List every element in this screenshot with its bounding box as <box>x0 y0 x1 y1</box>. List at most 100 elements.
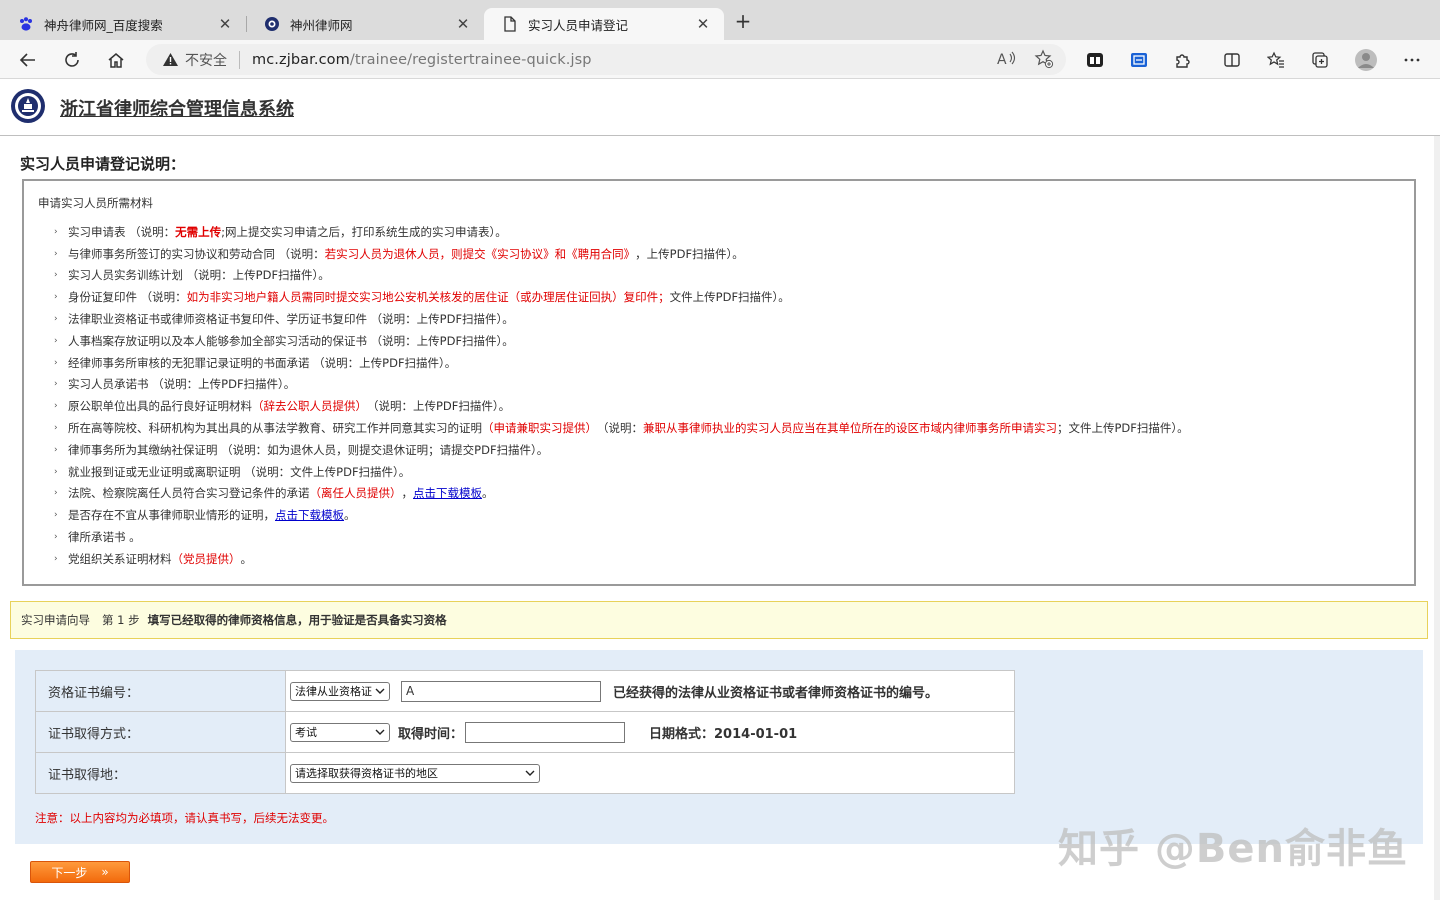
extension-app-icon <box>1087 53 1103 67</box>
list-item: › 所在高等院校、科研机构为其出具的从事法学教育、研究工作并同意其实习的证明 （申请… <box>54 421 1189 436</box>
list-item: › 身份证复印件 （说明： 如为非实习地户籍人员需同时提交实习地公安机关核发的居住证… <box>54 290 790 305</box>
avatar-icon <box>1355 49 1377 71</box>
bullet-icon: › <box>54 553 58 564</box>
bullet-icon: › <box>54 510 58 521</box>
list-item: › 律师事务所为其缴纳社保证明 （说明：如为退休人员，则提交退休证明；请提交PDF… <box>54 442 549 457</box>
site-header: 浙江省律师综合管理信息系统 <box>0 80 1440 136</box>
security-indicator[interactable]: 不安全 <box>162 50 227 70</box>
method-label: 证书取得方式： <box>35 711 286 753</box>
materials-list: › 实习申请表 （说明： 无需上传 ;网上提交实习申请之后，打印系统生成的实习申请表）… <box>54 221 1189 570</box>
list-item: › 就业报到证或无业证明或离职证明 （说明：文件上传PDF扫描件）。 <box>54 464 411 479</box>
cert-number-label: 资格证书编号： <box>35 670 286 712</box>
form-row-cert-number: 资格证书编号： 法律从业资格证 A 已经获得的法律从业资格证书或者律师资格证书的… <box>35 670 1015 712</box>
guide-step: 第 1 步 <box>102 613 140 627</box>
list-item: › 原公职单位出具的品行良好证明材料 （辞去公职人员提供） （说明：上传PDF扫描件… <box>54 399 511 414</box>
close-icon[interactable]: ✕ <box>216 15 234 33</box>
lawyers-association-logo-icon <box>11 89 45 123</box>
bullet-icon: › <box>54 532 58 543</box>
more-dots-icon <box>1404 58 1420 62</box>
materials-heading: 申请实习人员所需材料 <box>38 196 153 210</box>
back-arrow-icon <box>19 53 35 67</box>
instructions-title: 实习人员申请登记说明： <box>20 155 186 173</box>
back-button[interactable] <box>14 46 42 74</box>
materials-panel: 申请实习人员所需材料 › 实习申请表 （说明： 无需上传 ;网上提交实习申请之后，打印… <box>22 179 1416 586</box>
refresh-button[interactable] <box>58 46 86 74</box>
date-format-hint: 日期格式：2014-01-01 <box>649 726 798 742</box>
bullet-icon: › <box>54 423 58 434</box>
favorites-button[interactable] <box>1262 46 1290 74</box>
bullet-icon: › <box>54 401 58 412</box>
time-label: 取得时间： <box>398 726 464 742</box>
tab-shenzhou-lawyer[interactable]: 神州律师网 ✕ <box>246 8 484 40</box>
refresh-icon <box>65 52 79 67</box>
list-item: › 人事档案存放证明以及本人能够参加全部实习活动的保证书 （说明：上传PDF扫描件… <box>54 333 514 348</box>
list-item: › 经律师事务所审核的无犯罪记录证明的书面承诺 （说明：上传PDF扫描件）。 <box>54 355 457 370</box>
close-icon[interactable]: ✕ <box>454 15 472 33</box>
bullet-icon: › <box>54 314 58 325</box>
watermark: 知乎 @Ben俞非鱼 <box>1058 826 1409 872</box>
bullet-icon: › <box>54 248 58 259</box>
collections-icon <box>1312 52 1328 68</box>
acquisition-date-input[interactable] <box>465 721 626 743</box>
bullet-icon: › <box>54 357 58 368</box>
url-path: /trainee/registertrainee-quick.jsp <box>349 51 592 68</box>
next-step-button[interactable]: 下一步 » <box>30 861 130 883</box>
address-bar[interactable]: 不安全 mc.zjbar.com/trainee/registertrainee… <box>146 44 1066 75</box>
page-scrollbar[interactable] <box>1434 136 1440 900</box>
list-item: › 是否存在不宜从事律师职业情形的证明， 点击下载模板。 <box>54 507 356 523</box>
site-logo-icon <box>264 16 280 32</box>
add-favorite-icon[interactable] <box>1034 49 1054 69</box>
home-button[interactable] <box>102 46 130 74</box>
region-select[interactable]: 请选择取获得资格证书的地区 <box>290 763 540 783</box>
list-item: › 实习人员承诺书 （说明：上传PDF扫描件）。 <box>54 377 296 392</box>
tab-trainee-registration[interactable]: 实习人员申请登记 ✕ <box>484 8 724 40</box>
qualification-form: 资格证书编号： 法律从业资格证 A 已经获得的法律从业资格证书或者律师资格证书的… <box>15 650 1423 844</box>
chevron-down-icon <box>375 688 385 694</box>
collections-button[interactable] <box>1306 46 1334 74</box>
wizard-guide-bar: 实习申请向导 第 1 步 填写已经取得的律师资格信息，用于验证是否具备实习资格 <box>10 601 1428 639</box>
puzzle-icon <box>1176 54 1190 68</box>
cert-number-input[interactable]: A <box>401 680 601 702</box>
split-screen-button[interactable] <box>1218 46 1246 74</box>
translate-extension-button[interactable] <box>1125 46 1153 74</box>
method-select[interactable]: 考试 <box>290 722 390 742</box>
security-label: 不安全 <box>185 52 227 69</box>
chevron-down-icon <box>375 729 385 735</box>
warning-icon <box>163 53 178 66</box>
translate-icon <box>1131 53 1147 67</box>
cert-type-select[interactable]: 法律从业资格证 <box>290 681 390 701</box>
download-template-link[interactable]: 点击下载模板 <box>413 485 482 501</box>
tab-title: 神州律师网 <box>290 17 353 33</box>
extension-button[interactable] <box>1081 46 1109 74</box>
more-menu-button[interactable] <box>1398 46 1426 74</box>
tab-title: 实习人员申请登记 <box>528 17 629 33</box>
guide-description: 填写已经取得的律师资格信息，用于验证是否具备实习资格 <box>147 613 447 627</box>
favorites-icon <box>1267 51 1284 68</box>
double-chevron-right-icon: » <box>101 865 109 879</box>
download-template-link[interactable]: 点击下载模板 <box>275 507 344 523</box>
extensions-button[interactable] <box>1169 46 1197 74</box>
bullet-icon: › <box>54 226 58 237</box>
bullet-icon: › <box>54 335 58 346</box>
tab-baidu-search[interactable]: 神舟律师网_百度搜索 ✕ <box>0 8 246 40</box>
form-table: 资格证书编号： 法律从业资格证 A 已经获得的法律从业资格证书或者律师资格证书的… <box>35 670 1015 794</box>
close-icon[interactable]: ✕ <box>694 15 712 33</box>
profile-button[interactable] <box>1352 46 1380 74</box>
bullet-icon: › <box>54 270 58 281</box>
list-item: › 律所承诺书 。 <box>54 530 141 545</box>
url-text[interactable]: mc.zjbar.com/trainee/registertrainee-qui… <box>252 52 592 68</box>
read-aloud-icon[interactable]: A <box>996 49 1016 69</box>
tab-strip: 神舟律师网_百度搜索 ✕ 神州律师网 ✕ 实习人员申请登记 ✕ + <box>0 0 1440 40</box>
site-title[interactable]: 浙江省律师综合管理信息系统 <box>60 95 294 121</box>
bullet-icon: › <box>54 444 58 455</box>
split-screen-icon <box>1224 53 1240 67</box>
list-item: › 实习人员实务训练计划 （说明：上传PDF扫描件）。 <box>54 268 330 283</box>
browser-toolbar: 不安全 mc.zjbar.com/trainee/registertrainee… <box>0 40 1440 79</box>
document-icon <box>502 16 518 32</box>
url-host: mc.zjbar.com <box>252 51 350 68</box>
new-tab-button[interactable]: + <box>732 10 754 32</box>
form-row-method: 证书取得方式： 考试 取得时间： 日期格式：2014-01-01 <box>35 711 1015 753</box>
region-label: 证书取得地： <box>35 752 286 794</box>
tab-title: 神舟律师网_百度搜索 <box>44 17 163 33</box>
required-note: 注意：以上内容均为必填项，请认真书写，后续无法变更。 <box>35 811 334 825</box>
